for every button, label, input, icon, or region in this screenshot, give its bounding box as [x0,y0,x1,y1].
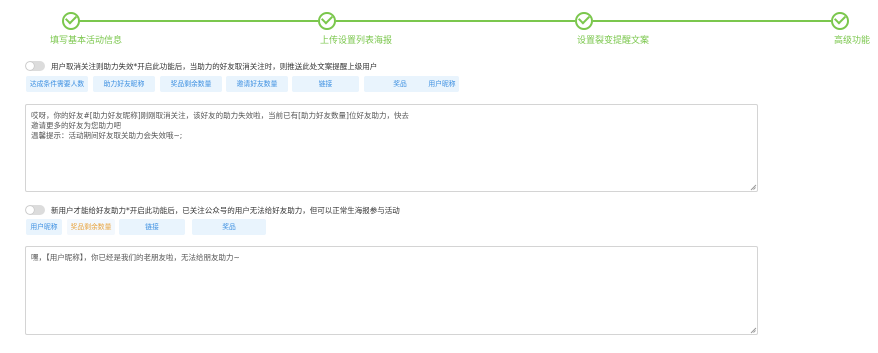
step-4-label: 高级功能 [834,36,871,46]
section1-variable-tags: 达成条件需要人数 助力好友昵称 奖品剩余数量 邀请好友数量 链接 奖品 用户昵称 [26,76,466,92]
tag-prize-remaining[interactable]: 奖品剩余数量 [67,219,115,235]
tag-user-nickname[interactable]: 用户昵称 [26,219,62,235]
unfollow-invalid-toggle[interactable] [25,61,45,71]
step-1-label: 填写基本活动信息 [50,36,123,46]
step-line-3 [593,20,831,22]
step-4-check-icon [831,12,849,30]
new-user-only-description: 新用户才能给好友助力*开启此功能后，已关注公众号的用户无法给好友助力，但可以正常… [51,205,400,215]
new-user-only-setting: 新用户才能给好友助力*开启此功能后，已关注公众号的用户无法给好友助力，但可以正常… [25,203,400,217]
unfollow-message-line: 邀请更多的好友为您助力吧 [31,121,121,130]
tag-required-count[interactable]: 达成条件需要人数 [26,76,88,92]
progress-stepper: 填写基本活动信息 上传设置列表海报 设置裂变提醒文案 高级功能 [0,0,878,50]
new-user-only-toggle[interactable] [25,205,45,215]
resize-handle-icon[interactable] [750,184,756,190]
unfollow-message-line: 哎呀，你的好友#[助力好友昵称]刚刚取消关注，该好友的助力失效啦，当前已有[助力… [31,111,409,120]
tag-user-nickname[interactable]: 用户昵称 [425,76,459,92]
unfollow-message-textarea[interactable]: 哎呀，你的好友#[助力好友昵称]刚刚取消关注，该好友的助力失效啦，当前已有[助力… [25,104,758,192]
tag-invite-count[interactable]: 邀请好友数量 [226,76,288,92]
step-1-check-icon [62,12,80,30]
step-line-2 [336,20,575,22]
section2-variable-tags: 用户昵称 奖品剩余数量 链接 奖品 [26,219,276,235]
tag-prize[interactable]: 奖品 [192,219,266,235]
step-3-check-icon [575,12,593,30]
step-line-1 [79,20,318,22]
new-user-message-textarea[interactable]: 嘿，【用户昵称】，你已经是我们的老朋友啦，无法给朋友助力~ [25,246,758,335]
tag-helper-nickname[interactable]: 助力好友昵称 [93,76,155,92]
tag-prize-remaining[interactable]: 奖品剩余数量 [160,76,222,92]
unfollow-message-line: 温馨提示：活动期间好友取关助力会失效哦~; [31,131,183,140]
step-2-check-icon [318,12,336,30]
step-2-label: 上传设置列表海报 [320,36,393,46]
unfollow-invalid-setting: 用户取消关注则助力失效*开启此功能后，当助力的好友取消关注时，则推送此处文案提醒… [25,59,377,73]
unfollow-invalid-description: 用户取消关注则助力失效*开启此功能后，当助力的好友取消关注时，则推送此处文案提醒… [51,61,378,71]
step-3-label: 设置裂变提醒文案 [577,36,650,46]
tag-link[interactable]: 链接 [119,219,185,235]
new-user-message-line: 嘿，【用户昵称】，你已经是我们的老朋友啦，无法给朋友助力~ [31,253,240,262]
tag-link[interactable]: 链接 [292,76,359,92]
resize-handle-icon[interactable] [750,327,756,333]
